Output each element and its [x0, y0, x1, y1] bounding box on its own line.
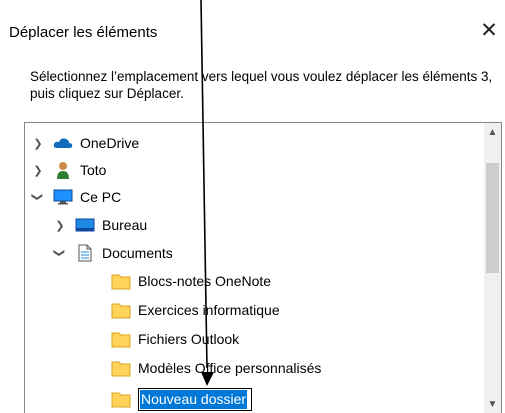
- move-items-dialog: Déplacer les éléments ✕ Sélectionnez l’e…: [0, 0, 505, 413]
- annotation-arrow: [200, 0, 214, 386]
